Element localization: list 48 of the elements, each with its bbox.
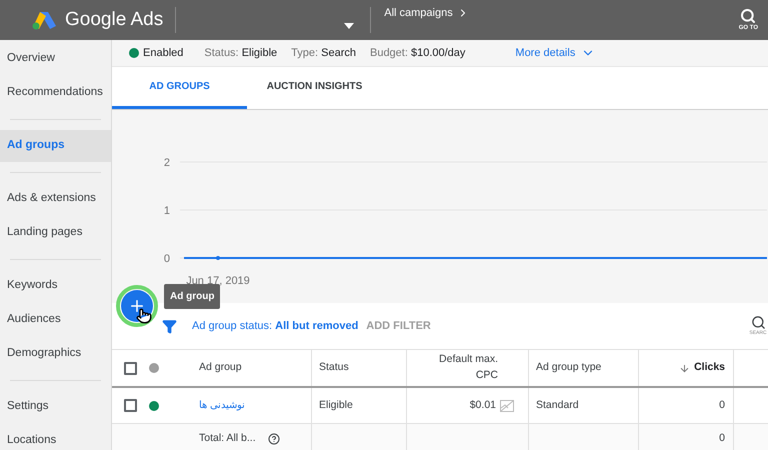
table-cell-text: $0.01 — [470, 398, 496, 413]
summary-item: Type: Search — [291, 46, 356, 61]
column-header[interactable]: Ad group type — [536, 360, 602, 376]
sidebar-item[interactable]: Settings — [0, 391, 111, 423]
product-name: Google Ads — [65, 8, 164, 32]
ad-group-link[interactable]: نوشیدنی ها — [199, 398, 245, 413]
sidebar-item[interactable]: Overview — [0, 43, 111, 75]
tab[interactable]: AUCTION INSIGHTS — [247, 67, 382, 109]
column-header[interactable]: Default max. CPC — [428, 352, 498, 384]
sidebar-item[interactable]: Locations — [0, 425, 111, 450]
search-icon — [740, 8, 756, 24]
sidebar-item[interactable]: Keywords — [0, 270, 111, 302]
sidebar-item[interactable]: Landing pages — [0, 217, 111, 249]
sidebar-item[interactable]: Ads & extensions — [0, 183, 111, 215]
logo-icon — [31, 10, 57, 30]
table-cell-text: 0 — [719, 398, 725, 413]
y-tick-label: 0 — [164, 253, 170, 265]
table-cell-text: Standard — [536, 398, 579, 413]
column-header[interactable]: Status — [319, 360, 349, 376]
sidebar-item[interactable]: Demographics — [0, 338, 111, 370]
add-button[interactable] — [116, 285, 158, 327]
more-details-button[interactable]: More details — [515, 44, 596, 62]
tooltip: Ad group — [164, 284, 220, 308]
checkbox[interactable] — [124, 399, 137, 412]
column-header[interactable]: Clicks — [694, 360, 725, 376]
dropdown-caret-icon[interactable] — [344, 23, 354, 29]
sort-arrow-icon[interactable] — [679, 362, 690, 374]
y-tick-label: 2 — [164, 157, 170, 169]
table-cell-text: 0 — [719, 431, 725, 446]
checkbox[interactable] — [124, 362, 137, 374]
status-filter-chip[interactable]: Ad group status: All but removed — [192, 318, 358, 334]
table-cell-text: Eligible — [319, 398, 353, 413]
enabled-label: Enabled — [143, 46, 184, 61]
filter-icon[interactable] — [162, 318, 177, 334]
search-icon — [750, 314, 766, 330]
plus-icon — [128, 297, 146, 315]
summary-item: Budget: $10.00/day — [370, 46, 466, 61]
chart-point — [216, 256, 220, 260]
total-label: Total: All b... — [199, 431, 256, 446]
help-icon[interactable] — [268, 433, 280, 445]
sidebar-item[interactable]: Recommendations — [0, 77, 111, 109]
image-icon — [500, 400, 514, 412]
hand-cursor-icon — [136, 308, 152, 324]
summary-item: Status: Eligible — [204, 46, 278, 61]
y-tick-label: 1 — [164, 205, 170, 217]
breadcrumb-link[interactable]: All campaigns — [384, 5, 469, 22]
sidebar-item[interactable]: Audiences — [0, 304, 111, 336]
column-header[interactable]: Ad group — [199, 360, 242, 376]
